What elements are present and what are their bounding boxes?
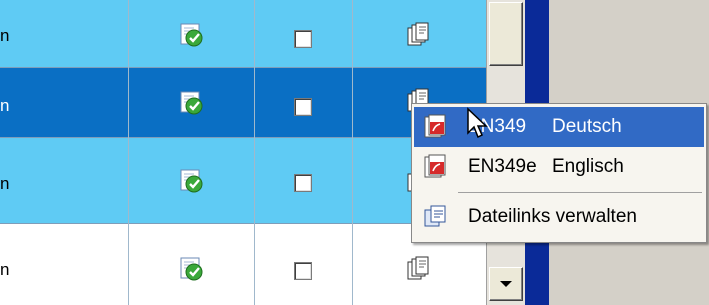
menu-item-manage-links[interactable]: Dateilinks verwalten <box>414 197 704 237</box>
mouse-cursor-icon <box>467 107 488 139</box>
table-row[interactable]: n <box>0 0 486 68</box>
scrollbar-thumb[interactable] <box>489 2 523 66</box>
name-cell: n <box>0 174 10 193</box>
name-cell: n <box>0 96 10 115</box>
menu-item-label: Dateilinks verwalten <box>468 206 637 227</box>
menu-item-language: Deutsch <box>552 116 622 137</box>
document-stack-icon[interactable] <box>393 20 443 50</box>
row-checkbox[interactable] <box>283 256 323 286</box>
chevron-down-icon <box>500 281 512 287</box>
menu-item-en349[interactable]: EN349 Deutsch <box>414 107 704 147</box>
column-divider <box>254 0 255 305</box>
grid-divider <box>0 67 486 68</box>
row-checkbox[interactable] <box>283 24 323 54</box>
document-stack-icon[interactable] <box>393 254 443 284</box>
edit-status-icon[interactable] <box>157 20 227 50</box>
edit-status-icon[interactable] <box>157 166 227 196</box>
column-divider <box>128 0 129 305</box>
menu-item-language: Englisch <box>552 156 624 177</box>
links-manage-icon <box>414 205 458 229</box>
name-cell: n <box>0 26 10 45</box>
scroll-down-button[interactable] <box>489 267 523 301</box>
menu-separator <box>458 192 702 193</box>
row-checkbox[interactable] <box>283 92 323 122</box>
edit-status-icon[interactable] <box>157 88 227 118</box>
context-menu: EN349 Deutsch EN349e Englisch Dateilinks… <box>411 103 707 243</box>
name-cell: n <box>0 260 10 279</box>
menu-item-code: EN349e <box>468 156 537 177</box>
pdf-icon <box>414 154 458 180</box>
row-checkbox[interactable] <box>283 168 323 198</box>
column-divider <box>352 0 353 305</box>
edit-status-icon[interactable] <box>157 254 227 284</box>
menu-item-en349e[interactable]: EN349e Englisch <box>414 147 704 187</box>
pdf-icon <box>414 114 458 140</box>
